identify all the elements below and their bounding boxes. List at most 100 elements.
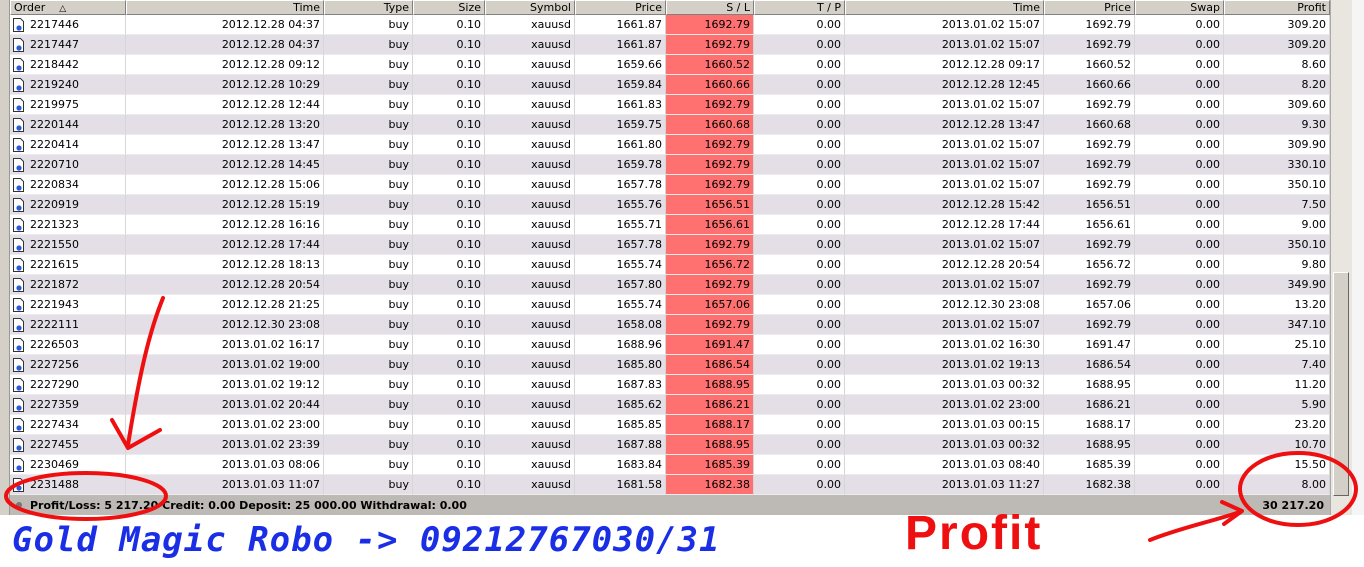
cell-stop-loss: 1688.17 [666, 415, 754, 435]
cell-size: 0.10 [413, 335, 485, 355]
cell-profit: 25.10 [1224, 335, 1330, 355]
cell-open-time: 2012.12.28 10:29 [126, 75, 324, 95]
cell-close-price: 1656.61 [1044, 215, 1135, 235]
table-row[interactable]: 2220144 2012.12.28 13:20 buy 0.10 xauusd 1659… [10, 115, 1330, 135]
table-row[interactable]: 2230469 2013.01.03 08:06 buy 0.10 xauusd 1683… [10, 455, 1330, 475]
closed-order-icon [13, 357, 24, 372]
cell-size: 0.10 [413, 315, 485, 335]
table-row[interactable]: 2220919 2012.12.28 15:19 buy 0.10 xauusd 1655… [10, 195, 1330, 215]
column-header-take-profit[interactable]: T / P [754, 0, 845, 15]
caption-text: Gold Magic Robo -> 09212767030/31 [12, 520, 721, 560]
cell-symbol: xauusd [485, 155, 575, 175]
cell-open-time: 2012.12.28 13:47 [126, 135, 324, 155]
cell-take-profit: 0.00 [754, 75, 845, 95]
column-header-size[interactable]: Size [413, 0, 485, 15]
cell-take-profit: 0.00 [754, 415, 845, 435]
cell-order: 2231488 [10, 475, 126, 495]
table-row[interactable]: 2217446 2012.12.28 04:37 buy 0.10 xauusd 1661… [10, 15, 1330, 35]
cell-type: buy [324, 195, 413, 215]
table-row[interactable]: 2217447 2012.12.28 04:37 buy 0.10 xauusd 1661… [10, 35, 1330, 55]
cell-close-price: 1692.79 [1044, 95, 1135, 115]
table-row[interactable]: 2227256 2013.01.02 19:00 buy 0.10 xauusd 1685… [10, 355, 1330, 375]
column-header-order[interactable]: Order △ [10, 0, 126, 15]
cell-open-time: 2013.01.03 11:07 [126, 475, 324, 495]
cell-open-price: 1687.88 [575, 435, 666, 455]
cell-profit: 350.10 [1224, 175, 1330, 195]
column-header-open-time[interactable]: Time [126, 0, 324, 15]
table-row[interactable]: 2219240 2012.12.28 10:29 buy 0.10 xauusd 1659… [10, 75, 1330, 95]
cell-stop-loss: 1692.79 [666, 35, 754, 55]
column-header-type[interactable]: Type [324, 0, 413, 15]
cell-stop-loss: 1688.95 [666, 435, 754, 455]
table-row[interactable]: 2227290 2013.01.02 19:12 buy 0.10 xauusd 1687… [10, 375, 1330, 395]
column-header-close-price[interactable]: Price [1044, 0, 1135, 15]
cell-stop-loss: 1692.79 [666, 135, 754, 155]
cell-type: buy [324, 35, 413, 55]
table-row[interactable]: 2221550 2012.12.28 17:44 buy 0.10 xauusd 1657… [10, 235, 1330, 255]
cell-stop-loss: 1692.79 [666, 235, 754, 255]
table-row[interactable]: 2221872 2012.12.28 20:54 buy 0.10 xauusd 1657… [10, 275, 1330, 295]
cell-open-time: 2012.12.28 15:06 [126, 175, 324, 195]
cell-close-price: 1692.79 [1044, 235, 1135, 255]
cell-size: 0.10 [413, 275, 485, 295]
cell-open-price: 1683.84 [575, 455, 666, 475]
cell-type: buy [324, 95, 413, 115]
column-header-symbol[interactable]: Symbol [485, 0, 575, 15]
cell-size: 0.10 [413, 375, 485, 395]
table-row[interactable]: 2227455 2013.01.02 23:39 buy 0.10 xauusd 1687… [10, 435, 1330, 455]
cell-order: 2230469 [10, 455, 126, 475]
cell-close-time: 2013.01.02 19:13 [845, 355, 1044, 375]
column-header-open-price[interactable]: Price [575, 0, 666, 15]
table-row[interactable]: 2220834 2012.12.28 15:06 buy 0.10 xauusd 1657… [10, 175, 1330, 195]
vertical-scrollbar[interactable] [1330, 0, 1352, 515]
cell-size: 0.10 [413, 475, 485, 495]
cell-order: 2220710 [10, 155, 126, 175]
table-row[interactable]: 2226503 2013.01.02 16:17 buy 0.10 xauusd 1688… [10, 335, 1330, 355]
cell-size: 0.10 [413, 235, 485, 255]
cell-close-price: 1657.06 [1044, 295, 1135, 315]
cell-close-price: 1685.39 [1044, 455, 1135, 475]
table-row[interactable]: 2220710 2012.12.28 14:45 buy 0.10 xauusd 1659… [10, 155, 1330, 175]
cell-close-price: 1660.52 [1044, 55, 1135, 75]
table-row[interactable]: 2227359 2013.01.02 20:44 buy 0.10 xauusd 1685… [10, 395, 1330, 415]
cell-order: 2219975 [10, 95, 126, 115]
column-header-close-time[interactable]: Time [845, 0, 1044, 15]
sort-ascending-icon: △ [59, 4, 67, 14]
closed-order-icon [13, 477, 24, 492]
table-row[interactable]: 2221615 2012.12.28 18:13 buy 0.10 xauusd 1655… [10, 255, 1330, 275]
scrollbar-thumb[interactable] [1333, 272, 1349, 496]
cell-symbol: xauusd [485, 295, 575, 315]
cell-size: 0.10 [413, 255, 485, 275]
table-row[interactable]: 2227434 2013.01.02 23:00 buy 0.10 xauusd 1685… [10, 415, 1330, 435]
table-row[interactable]: 2222111 2012.12.30 23:08 buy 0.10 xauusd 1658… [10, 315, 1330, 335]
column-header-stop-loss[interactable]: S / L [666, 0, 754, 15]
cell-close-time: 2012.12.28 12:45 [845, 75, 1044, 95]
order-number: 2221943 [30, 298, 79, 311]
table-row[interactable]: 2218442 2012.12.28 09:12 buy 0.10 xauusd 1659… [10, 55, 1330, 75]
cell-order: 2221872 [10, 275, 126, 295]
cell-open-price: 1685.80 [575, 355, 666, 375]
order-number: 2221550 [30, 238, 79, 251]
column-header-profit[interactable]: Profit [1224, 0, 1330, 15]
cell-profit: 8.00 [1224, 475, 1330, 495]
summary-total: 30 217.20 [1262, 498, 1324, 512]
cell-order: 2217447 [10, 35, 126, 55]
cell-take-profit: 0.00 [754, 15, 845, 35]
cell-type: buy [324, 275, 413, 295]
table-row[interactable]: 2221323 2012.12.28 16:16 buy 0.10 xauusd 1655… [10, 215, 1330, 235]
cell-symbol: xauusd [485, 195, 575, 215]
cell-swap: 0.00 [1135, 335, 1224, 355]
table-row[interactable]: 2221943 2012.12.28 21:25 buy 0.10 xauusd 1655… [10, 295, 1330, 315]
cell-open-price: 1661.80 [575, 135, 666, 155]
cell-open-price: 1661.83 [575, 95, 666, 115]
table-row[interactable]: 2219975 2012.12.28 12:44 buy 0.10 xauusd 1661… [10, 95, 1330, 115]
column-header-swap[interactable]: Swap [1135, 0, 1224, 15]
cell-close-price: 1688.95 [1044, 435, 1135, 455]
table-row[interactable]: 2231488 2013.01.03 11:07 buy 0.10 xauusd 1681… [10, 475, 1330, 495]
closed-order-icon [13, 157, 24, 172]
cell-stop-loss: 1660.52 [666, 55, 754, 75]
cell-take-profit: 0.00 [754, 195, 845, 215]
cell-stop-loss: 1656.61 [666, 215, 754, 235]
cell-symbol: xauusd [485, 255, 575, 275]
table-row[interactable]: 2220414 2012.12.28 13:47 buy 0.10 xauusd 1661… [10, 135, 1330, 155]
